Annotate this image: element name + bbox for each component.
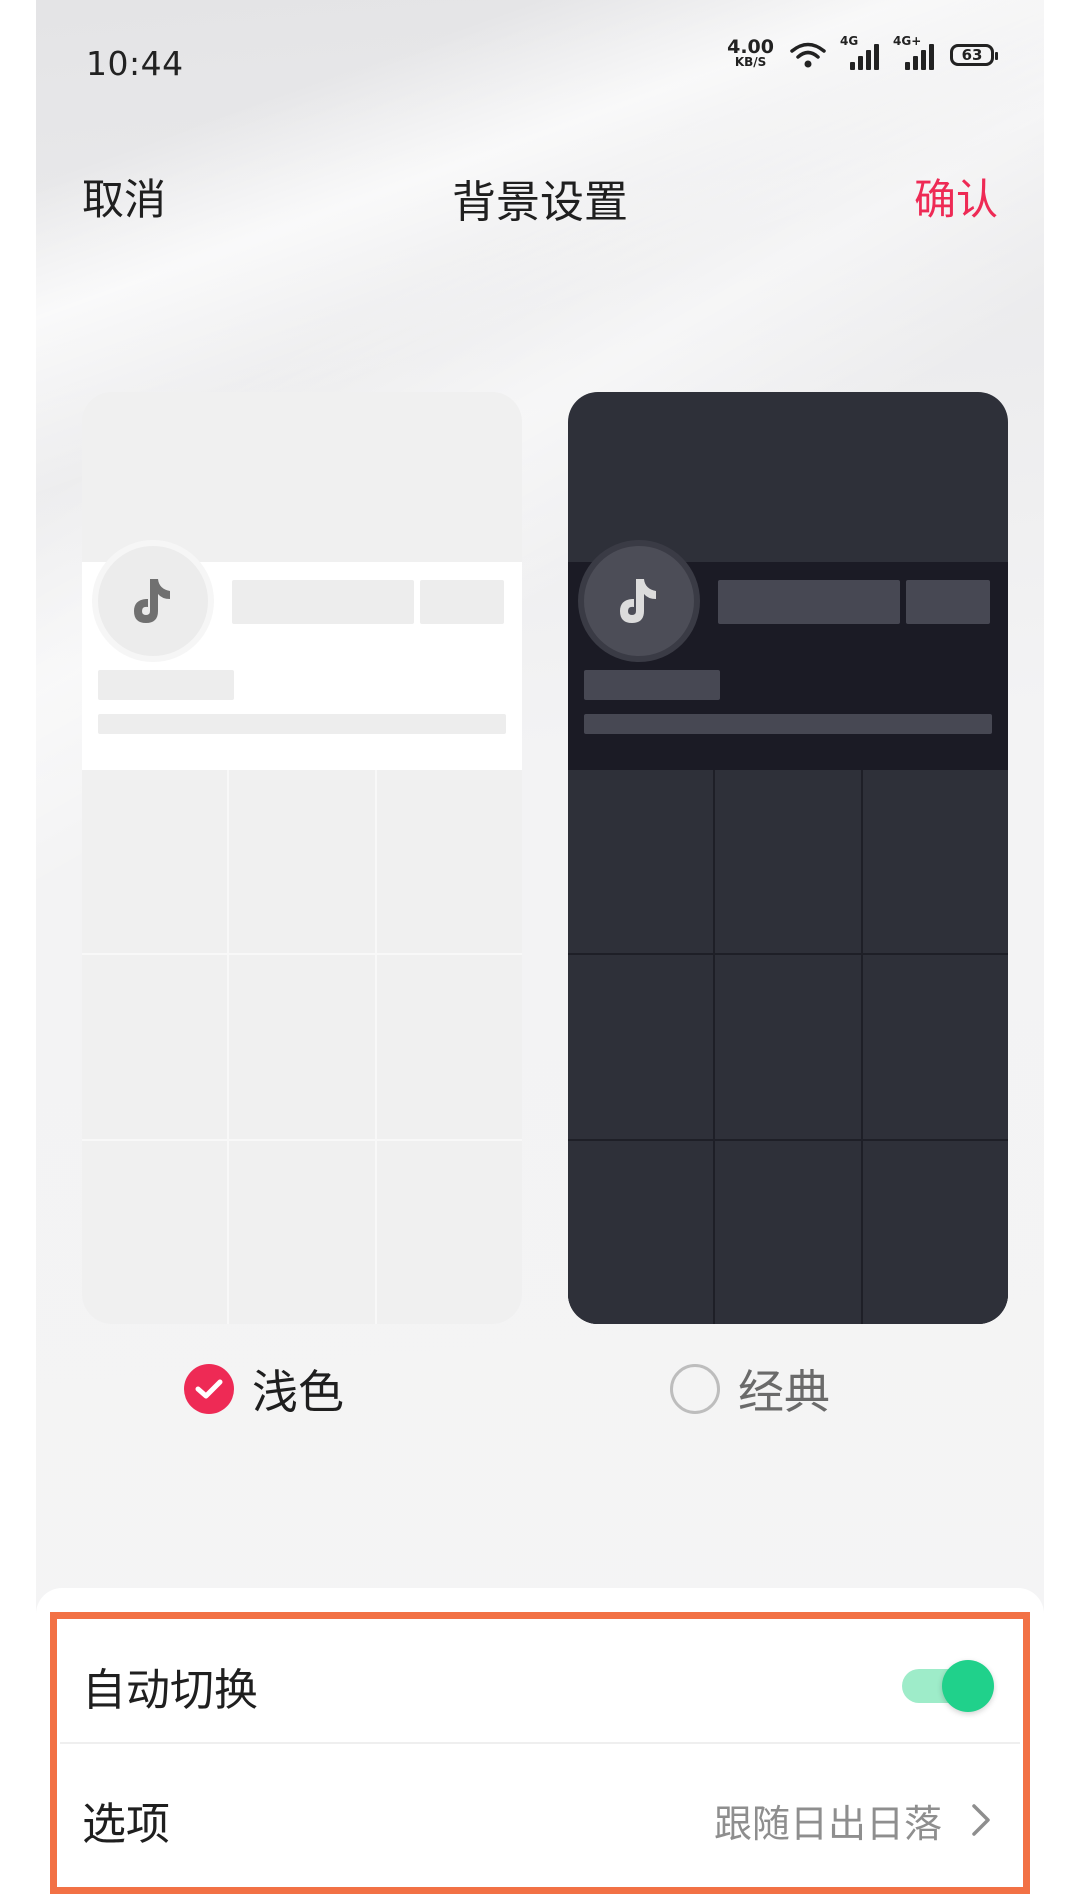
screen-edge-left <box>0 0 36 1904</box>
page-title: 背景设置 <box>452 177 628 228</box>
tiktok-logo-icon <box>584 546 694 656</box>
preview-name-bar <box>232 580 414 624</box>
tiktok-logo-icon <box>98 546 208 656</box>
preview-id-bar <box>98 670 234 700</box>
battery-level: 63 <box>961 46 983 64</box>
status-time: 10:44 <box>86 44 184 83</box>
checkmark-icon[interactable] <box>184 1364 234 1414</box>
preview-video-grid <box>82 770 522 1324</box>
wifi-icon <box>790 42 826 68</box>
light-theme-option[interactable]: 浅色 <box>184 1356 344 1422</box>
dark-theme-option[interactable]: 经典 <box>670 1356 830 1422</box>
preview-id-bar <box>584 670 720 700</box>
preview-button-bar <box>420 580 504 624</box>
net-speed-value: 4.00 <box>727 36 774 58</box>
battery-icon: 63 <box>950 44 998 66</box>
preview-bio-bar <box>98 714 506 734</box>
light-theme-preview[interactable] <box>82 392 522 1324</box>
confirm-button[interactable]: 确认 <box>914 166 998 227</box>
preview-cover <box>568 392 1008 562</box>
dark-theme-preview[interactable] <box>568 392 1008 1324</box>
nav-bar: 取消 背景设置 确认 <box>82 160 998 230</box>
cell-signal-icon-2: 4G+ <box>893 34 934 70</box>
preview-bio-bar <box>584 714 992 734</box>
status-bar: 10:44 4.00 KB/S 4G 4G+ 63 <box>86 34 998 88</box>
signal-label: 4G <box>840 34 859 48</box>
radio-unchecked-icon[interactable] <box>670 1364 720 1414</box>
net-speed: 4.00 KB/S <box>727 36 774 70</box>
dark-theme-label: 经典 <box>738 1365 830 1419</box>
preview-button-bar <box>906 580 990 624</box>
preview-profile <box>82 546 522 770</box>
signal-label-2: 4G+ <box>893 34 922 48</box>
preview-video-grid <box>568 770 1008 1324</box>
preview-profile <box>568 546 1008 770</box>
preview-cover <box>82 392 522 562</box>
preview-name-bar <box>718 580 900 624</box>
cell-signal-icon: 4G <box>840 34 879 70</box>
screen-edge-right <box>1044 0 1080 1904</box>
light-theme-label: 浅色 <box>252 1365 344 1419</box>
status-icons: 4.00 KB/S 4G 4G+ 63 <box>727 34 998 70</box>
highlight-box <box>50 1612 1030 1894</box>
